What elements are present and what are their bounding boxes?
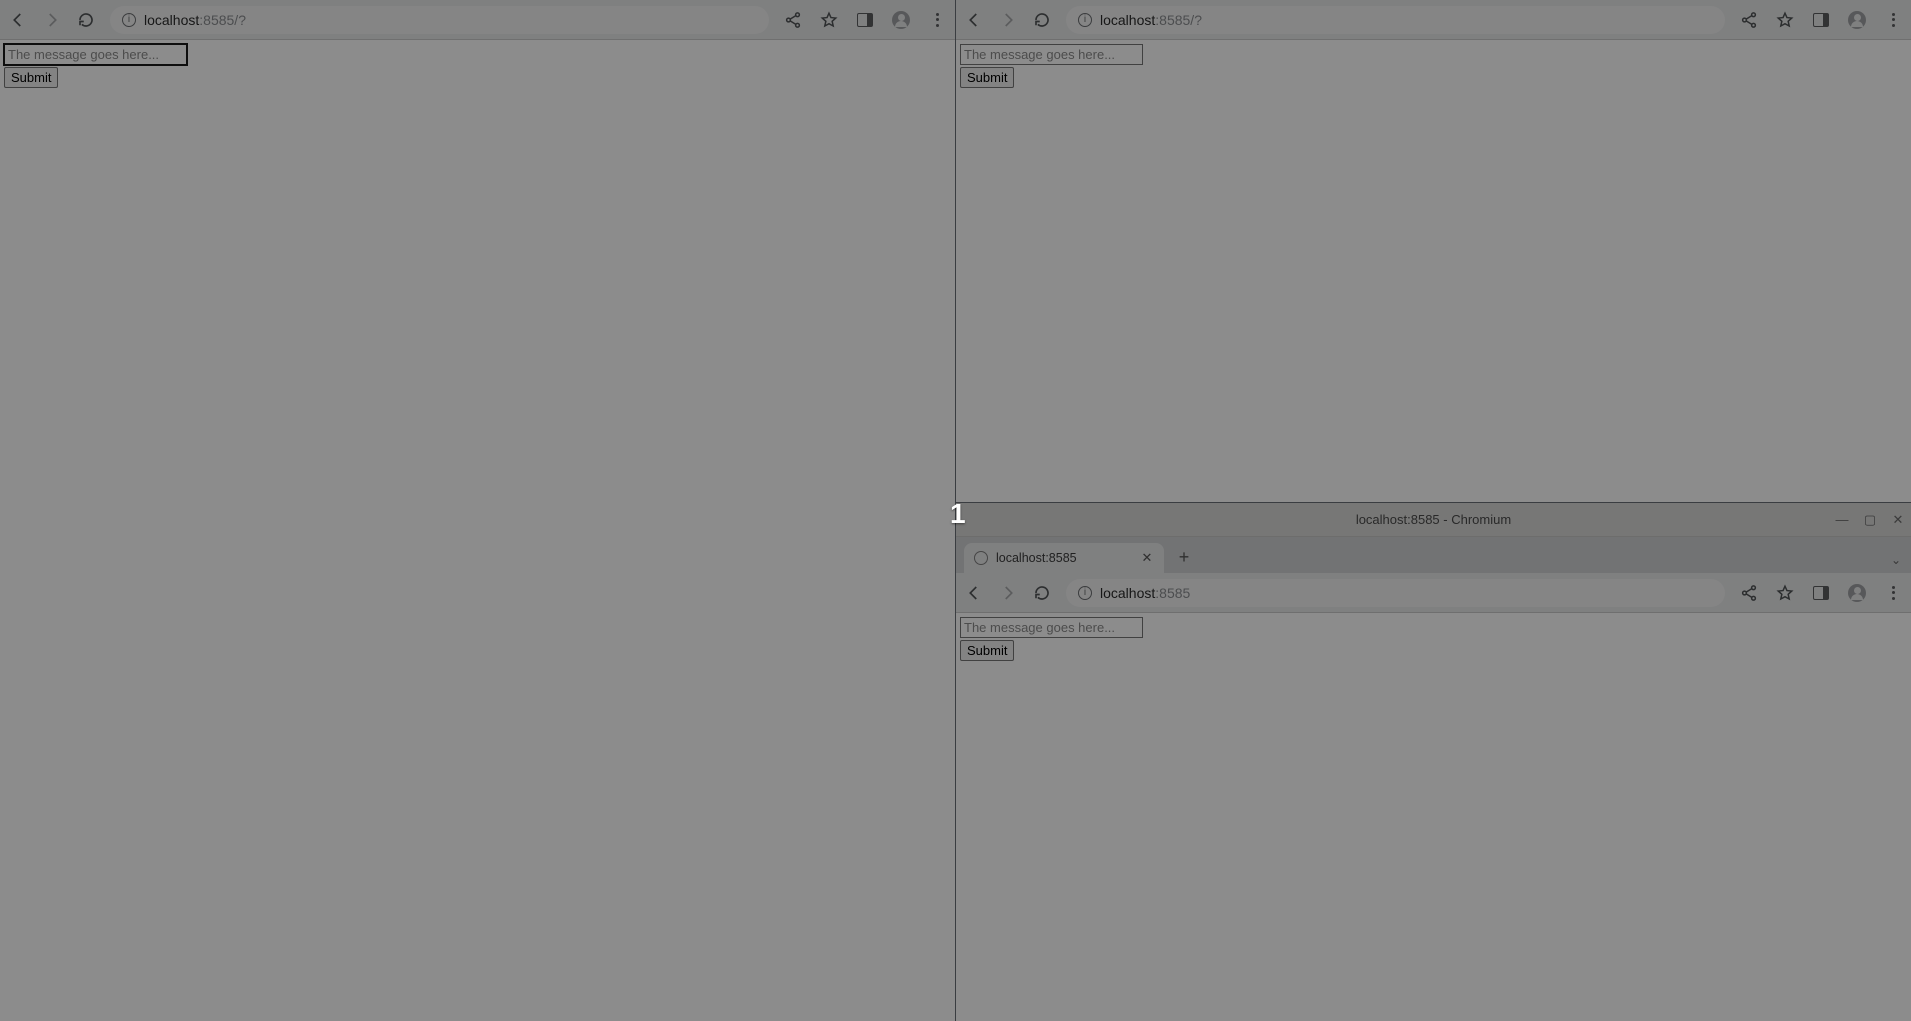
toolbar-right-icons (1739, 10, 1903, 30)
reload-button[interactable] (1032, 10, 1052, 30)
reload-button[interactable] (76, 10, 96, 30)
site-info-icon[interactable]: i (122, 13, 136, 27)
share-icon[interactable] (783, 10, 803, 30)
menu-kebab-icon[interactable] (1883, 10, 1903, 30)
menu-kebab-icon[interactable] (1883, 583, 1903, 603)
page-content: Submit (0, 40, 955, 1021)
menu-kebab-icon[interactable] (927, 10, 947, 30)
back-button[interactable] (964, 10, 984, 30)
url-host: localhost:8585/? (1100, 12, 1202, 28)
address-bar[interactable]: i localhost:8585/? (110, 6, 769, 34)
tab-strip: localhost:8585 ✕ + ⌄ (956, 537, 1911, 573)
profile-avatar-icon[interactable] (891, 10, 911, 30)
browser-window-top-right: i localhost:8585/? Submit (956, 0, 1911, 502)
forward-button[interactable] (998, 10, 1018, 30)
site-info-icon[interactable]: i (1078, 586, 1092, 600)
site-info-icon[interactable]: i (1078, 13, 1092, 27)
window-title-bar[interactable]: localhost:8585 - Chromium — ▢ ✕ (956, 503, 1911, 537)
bookmark-star-icon[interactable] (1775, 10, 1795, 30)
browser-window-left: i localhost:8585/? Submit (0, 0, 955, 1021)
submit-button[interactable]: Submit (4, 67, 58, 88)
forward-button[interactable] (998, 583, 1018, 603)
submit-button[interactable]: Submit (960, 640, 1014, 661)
message-input[interactable] (960, 44, 1143, 65)
browser-tab[interactable]: localhost:8585 ✕ (964, 543, 1164, 573)
browser-window-bottom-right: localhost:8585 - Chromium — ▢ ✕ localhos… (956, 503, 1911, 1021)
side-panel-icon[interactable] (855, 10, 875, 30)
share-icon[interactable] (1739, 10, 1759, 30)
bookmark-star-icon[interactable] (819, 10, 839, 30)
browser-toolbar: i localhost:8585/? (956, 0, 1911, 40)
tab-label: localhost:8585 (996, 551, 1132, 565)
tab-favicon-icon (974, 551, 988, 565)
message-input[interactable] (960, 617, 1143, 638)
share-icon[interactable] (1739, 583, 1759, 603)
window-maximize-icon[interactable]: ▢ (1863, 512, 1877, 528)
page-content: Submit (956, 40, 1911, 502)
window-close-icon[interactable]: ✕ (1891, 512, 1905, 528)
forward-button[interactable] (42, 10, 62, 30)
toolbar-right-icons (783, 10, 947, 30)
side-panel-icon[interactable] (1811, 10, 1831, 30)
url-host: localhost:8585/? (144, 12, 246, 28)
window-title: localhost:8585 - Chromium (1356, 512, 1511, 527)
window-controls: — ▢ ✕ (1835, 503, 1905, 536)
workspace-indicator: 1 (950, 498, 966, 530)
back-button[interactable] (8, 10, 28, 30)
bookmark-star-icon[interactable] (1775, 583, 1795, 603)
window-minimize-icon[interactable]: — (1835, 512, 1849, 527)
url-host: localhost:8585 (1100, 585, 1190, 601)
side-panel-icon[interactable] (1811, 583, 1831, 603)
profile-avatar-icon[interactable] (1847, 583, 1867, 603)
tab-close-icon[interactable]: ✕ (1140, 551, 1154, 565)
pane-divider-horizontal (956, 502, 1911, 503)
address-bar[interactable]: i localhost:8585/? (1066, 6, 1725, 34)
browser-toolbar: i localhost:8585/? (0, 0, 955, 40)
page-content: Submit (956, 613, 1911, 1021)
address-bar[interactable]: i localhost:8585 (1066, 579, 1725, 607)
tabs-dropdown-icon[interactable]: ⌄ (1891, 553, 1901, 567)
toolbar-right-icons (1739, 583, 1903, 603)
profile-avatar-icon[interactable] (1847, 10, 1867, 30)
browser-toolbar: i localhost:8585 (956, 573, 1911, 613)
submit-button[interactable]: Submit (960, 67, 1014, 88)
reload-button[interactable] (1032, 583, 1052, 603)
message-input[interactable] (4, 44, 187, 65)
new-tab-button[interactable]: + (1170, 543, 1198, 571)
back-button[interactable] (964, 583, 984, 603)
